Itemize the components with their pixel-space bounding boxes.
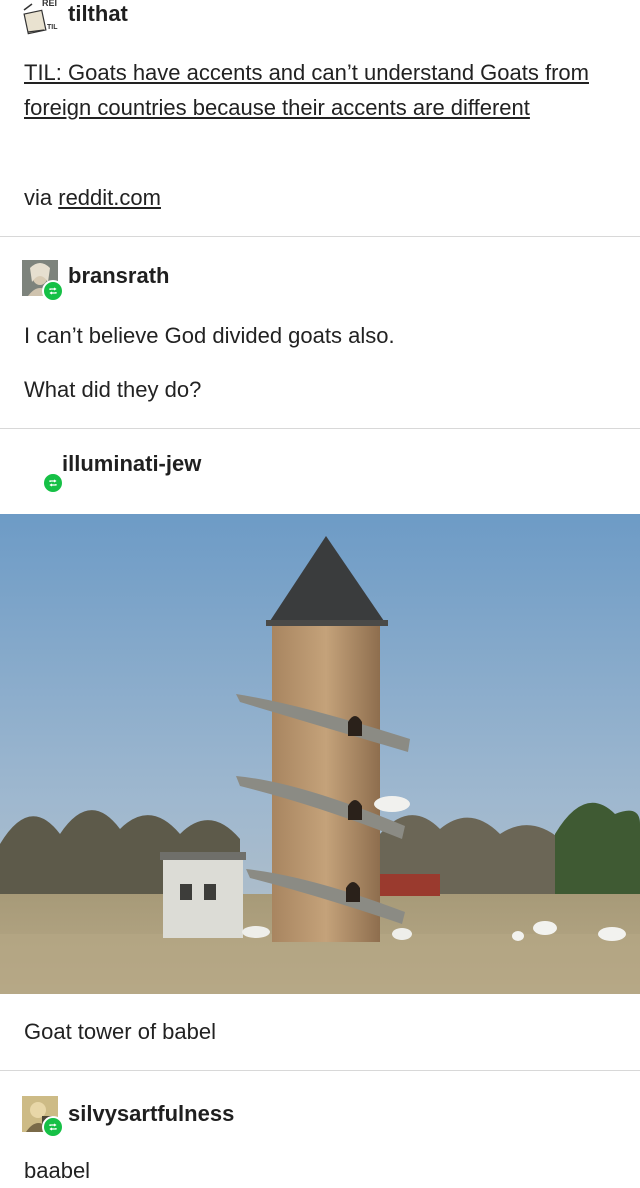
post-text: baabel [24,1158,91,1183]
via-line: via reddit.com [24,180,616,215]
username[interactable]: illuminati-jew [62,451,201,477]
reblog-icon [49,1123,57,1131]
via-prefix: via [24,185,53,210]
avatar-label-side: TIL [47,24,58,31]
goat-tower-photo [0,514,640,994]
divider [0,428,640,429]
post-paragraph: I can’t believe God divided goats also. [24,323,395,348]
post-header: bransrath [22,258,169,302]
avatar[interactable]: REI TIL [22,0,58,38]
post-photo[interactable] [0,514,640,994]
reblog-icon [42,472,64,494]
divider [0,236,640,237]
via-link[interactable]: reddit.com [58,185,161,210]
post-paragraph: What did they do? [24,377,202,402]
reblog-icon [42,1116,64,1138]
post-title: TIL: Goats have accents and can’t unders… [24,55,616,125]
reblog-icon [49,287,57,295]
post-header: illuminati-jew [22,450,201,494]
avatar[interactable] [22,260,64,302]
post-header: silvysartfulness [22,1094,234,1138]
avatar[interactable] [22,1096,64,1138]
avatar-label-top: REI [42,0,58,8]
divider [0,1070,640,1071]
til-link[interactable]: TIL: Goats have accents and can’t unders… [24,60,589,120]
reblog-icon [49,479,57,487]
username[interactable]: tilthat [68,1,128,27]
avatar[interactable] [22,452,64,494]
photo-caption: Goat tower of babel [24,1019,217,1044]
reblog-icon [42,280,64,302]
username[interactable]: bransrath [68,263,169,289]
username[interactable]: silvysartfulness [68,1101,234,1127]
post-header: REI TIL tilthat [22,0,128,40]
